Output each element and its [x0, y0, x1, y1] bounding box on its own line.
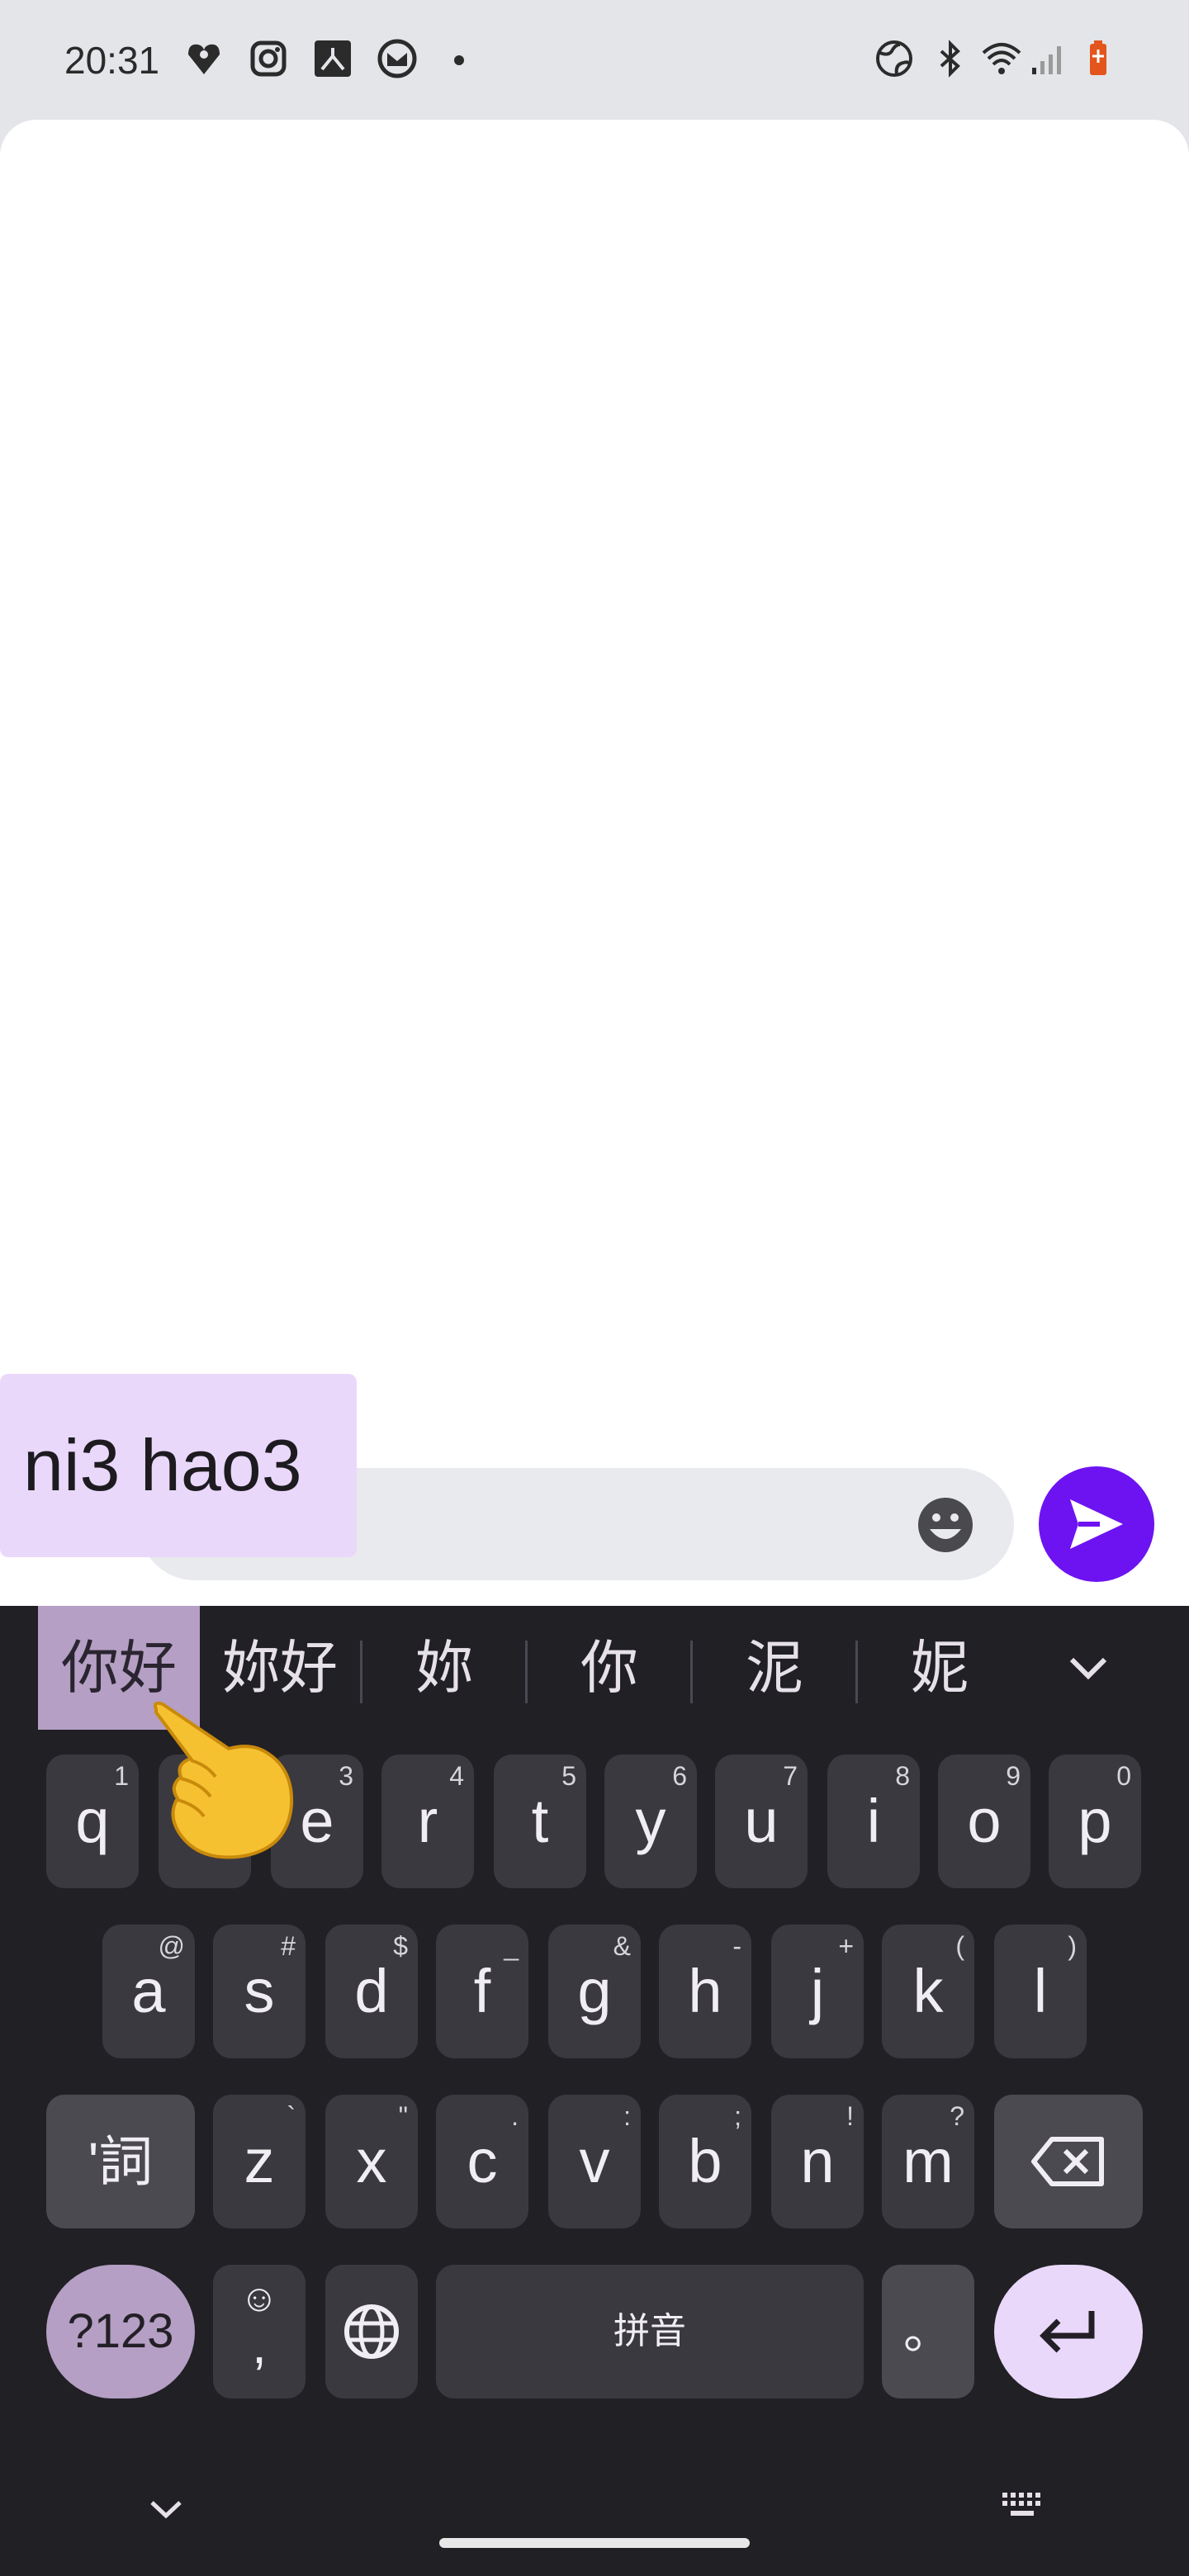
key-v[interactable]: v: — [548, 2095, 641, 2228]
key-l[interactable]: l) — [994, 1925, 1087, 2058]
backspace-icon — [1031, 2137, 1104, 2186]
candidate-3[interactable]: 妳 — [363, 1606, 525, 1730]
key-q[interactable]: q1 — [46, 1754, 139, 1888]
key-d[interactable]: d $ — [325, 1925, 418, 2058]
backspace-key[interactable] — [994, 2095, 1143, 2228]
space-key[interactable]: 拼音 — [436, 2265, 864, 2398]
comma-label: , — [252, 2315, 267, 2375]
pointing-hand-icon — [154, 1701, 294, 1859]
home-indicator[interactable] — [439, 2538, 750, 2548]
emoji-icon[interactable] — [915, 1494, 976, 1556]
candidate-divider — [855, 1641, 858, 1703]
key-n[interactable]: n! — [771, 2095, 864, 2228]
language-key[interactable] — [325, 2265, 418, 2398]
key-j[interactable]: j + — [771, 1925, 864, 2058]
candidate-divider — [525, 1641, 528, 1703]
key-x[interactable]: x " — [325, 2095, 418, 2228]
send-icon — [1070, 1499, 1123, 1549]
candidate-4[interactable]: 你 — [528, 1606, 690, 1730]
instagram-icon — [250, 40, 287, 77]
key-o[interactable]: o9 — [938, 1754, 1030, 1888]
battery-icon — [1090, 40, 1106, 75]
period-key[interactable]: 。 — [882, 2265, 974, 2398]
key-p[interactable]: p0 — [1049, 1754, 1141, 1888]
mail-icon — [377, 39, 417, 78]
key-z[interactable]: z ` — [213, 2095, 306, 2228]
emoji-comma-key[interactable]: ☺ , — [213, 2265, 306, 2398]
key-m[interactable]: m? — [882, 2095, 974, 2228]
globe-icon — [876, 40, 912, 77]
candidate-6[interactable]: 妮 — [859, 1606, 1021, 1730]
status-bar: 20:31 — [0, 0, 1189, 120]
key-t[interactable]: t5 — [494, 1754, 586, 1888]
enter-icon — [1040, 2311, 1095, 2353]
key-a[interactable]: a @ — [102, 1925, 195, 2058]
hide-keyboard-chevron-icon[interactable] — [147, 2498, 185, 2522]
bluetooth-icon — [940, 40, 960, 78]
symbols-key[interactable]: ?123 — [46, 2265, 195, 2398]
send-button[interactable] — [1039, 1466, 1154, 1582]
expand-candidates-chevron-icon[interactable] — [1065, 1651, 1111, 1684]
key-k[interactable]: k( — [882, 1925, 974, 2058]
key-f[interactable]: f _ — [436, 1925, 528, 2058]
word-shift-key[interactable]: '詞 — [46, 2095, 195, 2228]
candidate-divider — [360, 1641, 362, 1703]
candidate-5[interactable]: 泥 — [694, 1606, 855, 1730]
app-icon — [315, 40, 351, 77]
location-heart-icon — [188, 44, 220, 74]
dot-icon — [454, 55, 464, 65]
status-time: 20:31 — [64, 39, 160, 82]
globe-icon — [344, 2304, 399, 2359]
key-i[interactable]: i8 — [827, 1754, 920, 1888]
key-s[interactable]: s # — [213, 1925, 306, 2058]
key-c[interactable]: c. — [436, 2095, 528, 2228]
key-h[interactable]: h- — [659, 1925, 751, 2058]
wifi-icon — [982, 43, 1021, 74]
key-r[interactable]: r4 — [381, 1754, 474, 1888]
candidate-divider — [690, 1641, 693, 1703]
composing-text: ni3 hao3 — [0, 1374, 357, 1557]
enter-key[interactable] — [994, 2265, 1143, 2398]
key-g[interactable]: g & — [548, 1925, 641, 2058]
key-y[interactable]: y6 — [604, 1754, 697, 1888]
key-b[interactable]: b; — [659, 2095, 751, 2228]
signal-icon — [1032, 46, 1061, 74]
key-u[interactable]: u7 — [715, 1754, 808, 1888]
keyboard-switch-icon[interactable] — [1001, 2491, 1047, 2524]
